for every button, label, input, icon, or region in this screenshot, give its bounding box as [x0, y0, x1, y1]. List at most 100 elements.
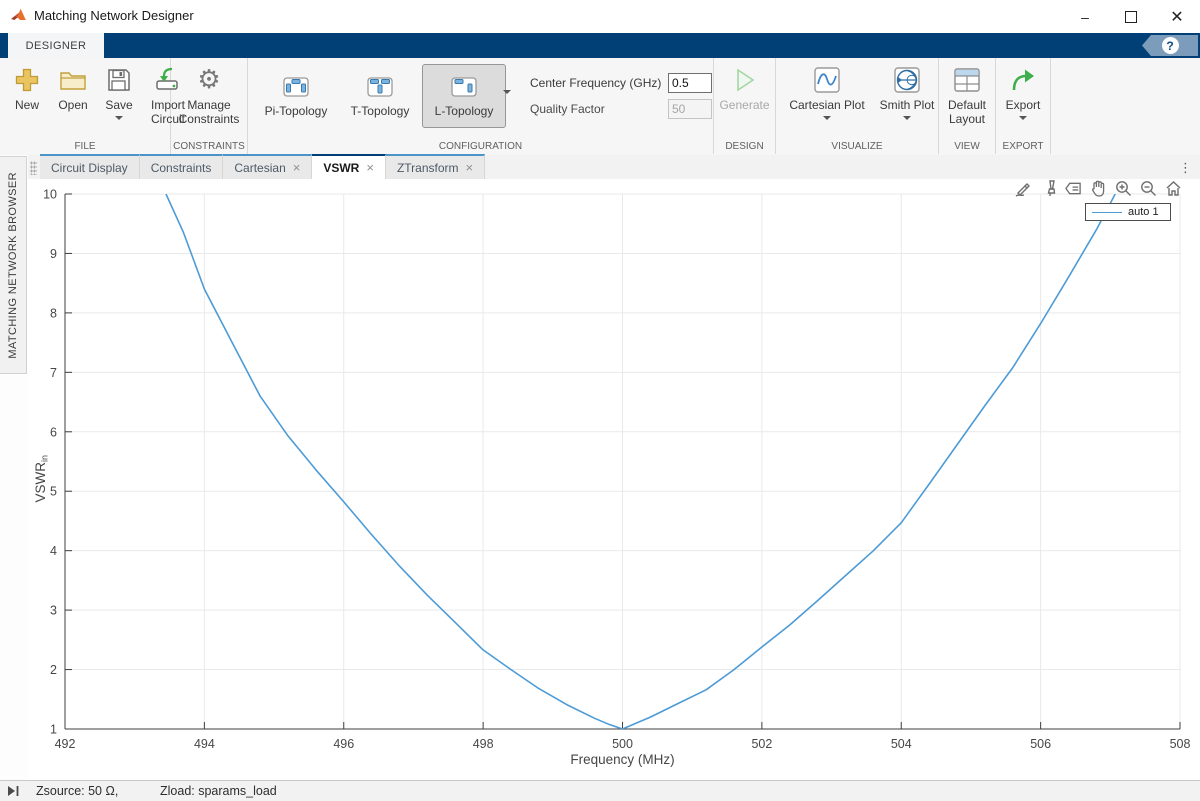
- svg-text:7: 7: [50, 366, 57, 380]
- maximize-icon: [1125, 10, 1137, 23]
- svg-text:508: 508: [1170, 737, 1191, 751]
- save-dropdown-caret[interactable]: [115, 116, 123, 120]
- matlab-logo-icon: [11, 8, 26, 20]
- section-label-constraints: CONSTRAINTS: [173, 141, 245, 152]
- svg-text:492: 492: [55, 737, 76, 751]
- tab-constraints[interactable]: Constraints: [139, 154, 224, 179]
- plot-legend[interactable]: auto 1: [1085, 203, 1171, 221]
- open-folder-icon: [59, 64, 87, 96]
- matching-network-browser-label: MATCHING NETWORK BROWSER: [7, 171, 19, 359]
- default-layout-button[interactable]: Default Layout: [939, 64, 995, 126]
- tab-ztransform[interactable]: ZTransform ×: [385, 154, 486, 179]
- svg-text:5: 5: [50, 485, 57, 499]
- export-button[interactable]: Export: [1000, 64, 1046, 120]
- section-file: New Open Save Import Circuit FILE: [0, 58, 185, 154]
- pi-topology-button[interactable]: Pi-Topology: [254, 64, 338, 128]
- tab-overflow-menu[interactable]: ⋮: [1179, 161, 1192, 176]
- minimize-button[interactable]: –: [1062, 0, 1108, 33]
- expand-panel-button[interactable]: [6, 785, 20, 800]
- close-button[interactable]: ✕: [1154, 0, 1200, 33]
- help-icon: ?: [1161, 37, 1179, 54]
- section-label-design: DESIGN: [725, 141, 764, 152]
- legend-line-sample: [1092, 211, 1122, 213]
- close-tab-icon[interactable]: ×: [366, 160, 374, 175]
- export-dropdown-caret[interactable]: [1019, 116, 1027, 120]
- cartesian-plot-button[interactable]: Cartesian Plot: [782, 64, 872, 120]
- new-button[interactable]: New: [4, 64, 50, 112]
- cartesian-plot-icon: [813, 64, 841, 96]
- restore-view-icon[interactable]: [1165, 180, 1182, 197]
- t-topology-button[interactable]: T-Topology: [338, 64, 422, 128]
- data-tips-icon[interactable]: [1065, 180, 1082, 197]
- tab-circuit-display[interactable]: Circuit Display: [40, 154, 140, 179]
- expand-panel-icon: [8, 786, 19, 796]
- matching-network-browser-tab[interactable]: MATCHING NETWORK BROWSER: [0, 156, 27, 374]
- section-constraints: ⚙ Manage Constraints CONSTRAINTS: [171, 58, 248, 154]
- section-label-file: FILE: [74, 141, 96, 152]
- help-button[interactable]: ?: [1142, 35, 1198, 56]
- generate-button[interactable]: Generate: [716, 64, 772, 112]
- quality-factor-label: Quality Factor: [530, 102, 605, 116]
- save-icon: [107, 64, 131, 96]
- l-topology-button[interactable]: L-Topology: [422, 64, 506, 128]
- document-tab-strip: Circuit Display Constraints Cartesian × …: [28, 154, 1200, 180]
- open-button[interactable]: Open: [50, 64, 96, 112]
- new-icon: [14, 64, 40, 96]
- export-icon: [1009, 64, 1037, 96]
- svg-text:10: 10: [43, 188, 57, 202]
- window-controls: – ✕: [1062, 0, 1200, 33]
- svg-text:502: 502: [751, 737, 772, 751]
- section-visualize: Cartesian Plot Smith Plot VISUALIZE: [776, 58, 939, 154]
- pan-icon[interactable]: [1090, 180, 1107, 197]
- save-button[interactable]: Save: [96, 64, 142, 120]
- zoom-out-icon[interactable]: [1140, 180, 1157, 197]
- smith-plot-icon: [893, 64, 921, 96]
- section-design: Generate DESIGN: [714, 58, 776, 154]
- svg-text:8: 8: [50, 306, 57, 320]
- quality-factor-field: [668, 99, 712, 119]
- title-bar: Matching Network Designer – ✕: [0, 0, 1200, 33]
- zsource-status: Zsource: 50 Ω,: [36, 784, 119, 798]
- svg-text:2: 2: [50, 663, 57, 677]
- close-tab-icon[interactable]: ×: [466, 160, 474, 175]
- export-figure-icon[interactable]: [1015, 180, 1032, 197]
- tab-designer[interactable]: DESIGNER: [8, 33, 104, 58]
- svg-text:504: 504: [891, 737, 912, 751]
- axes-toolbar: [1015, 180, 1182, 197]
- tab-cartesian[interactable]: Cartesian ×: [223, 154, 313, 179]
- left-panel-rail: MATCHING NETWORK BROWSER: [0, 155, 28, 780]
- topology-gallery-caret[interactable]: [503, 90, 511, 94]
- section-label-view: VIEW: [954, 141, 980, 152]
- brush-icon[interactable]: [1040, 180, 1057, 197]
- svg-text:9: 9: [50, 247, 57, 261]
- cartesian-plot-caret[interactable]: [823, 116, 831, 120]
- svg-text:4: 4: [50, 544, 57, 558]
- y-axis-label: VSWRin: [32, 455, 50, 503]
- tab-drag-grip[interactable]: [30, 161, 37, 175]
- vswr-plot[interactable]: 492 494 496 498 500 502 504 506 508 1 2 3 4 5 6 7 8 9 10: [28, 179, 1200, 780]
- smith-plot-caret[interactable]: [903, 116, 911, 120]
- section-label-configuration: CONFIGURATION: [438, 141, 523, 152]
- status-bar: Zsource: 50 Ω, Zload: sparams_load: [0, 780, 1200, 801]
- zload-status: Zload: sparams_load: [160, 784, 277, 798]
- smith-plot-button[interactable]: Smith Plot: [872, 64, 942, 120]
- svg-text:6: 6: [50, 425, 57, 439]
- center-frequency-field[interactable]: [668, 73, 712, 93]
- svg-text:506: 506: [1030, 737, 1051, 751]
- t-topology-icon: [367, 76, 393, 97]
- svg-text:498: 498: [473, 737, 494, 751]
- window-title: Matching Network Designer: [34, 8, 194, 23]
- ribbon-toolbar: New Open Save Import Circuit FILE ⚙ Mana…: [0, 58, 1200, 205]
- tab-vswr[interactable]: VSWR ×: [312, 154, 386, 180]
- close-tab-icon[interactable]: ×: [293, 160, 301, 175]
- section-configuration: Pi-Topology T-Topology L-Topology Center…: [248, 58, 714, 154]
- section-label-export: EXPORT: [1002, 141, 1044, 152]
- x-axis-label: Frequency (MHz): [570, 752, 675, 767]
- section-export: Export EXPORT: [996, 58, 1051, 154]
- legend-entry: auto 1: [1128, 206, 1159, 218]
- manage-constraints-button[interactable]: ⚙ Manage Constraints: [171, 64, 247, 126]
- maximize-button[interactable]: [1108, 0, 1154, 33]
- default-layout-icon: [953, 64, 981, 96]
- zoom-in-icon[interactable]: [1115, 180, 1132, 197]
- svg-text:494: 494: [194, 737, 215, 751]
